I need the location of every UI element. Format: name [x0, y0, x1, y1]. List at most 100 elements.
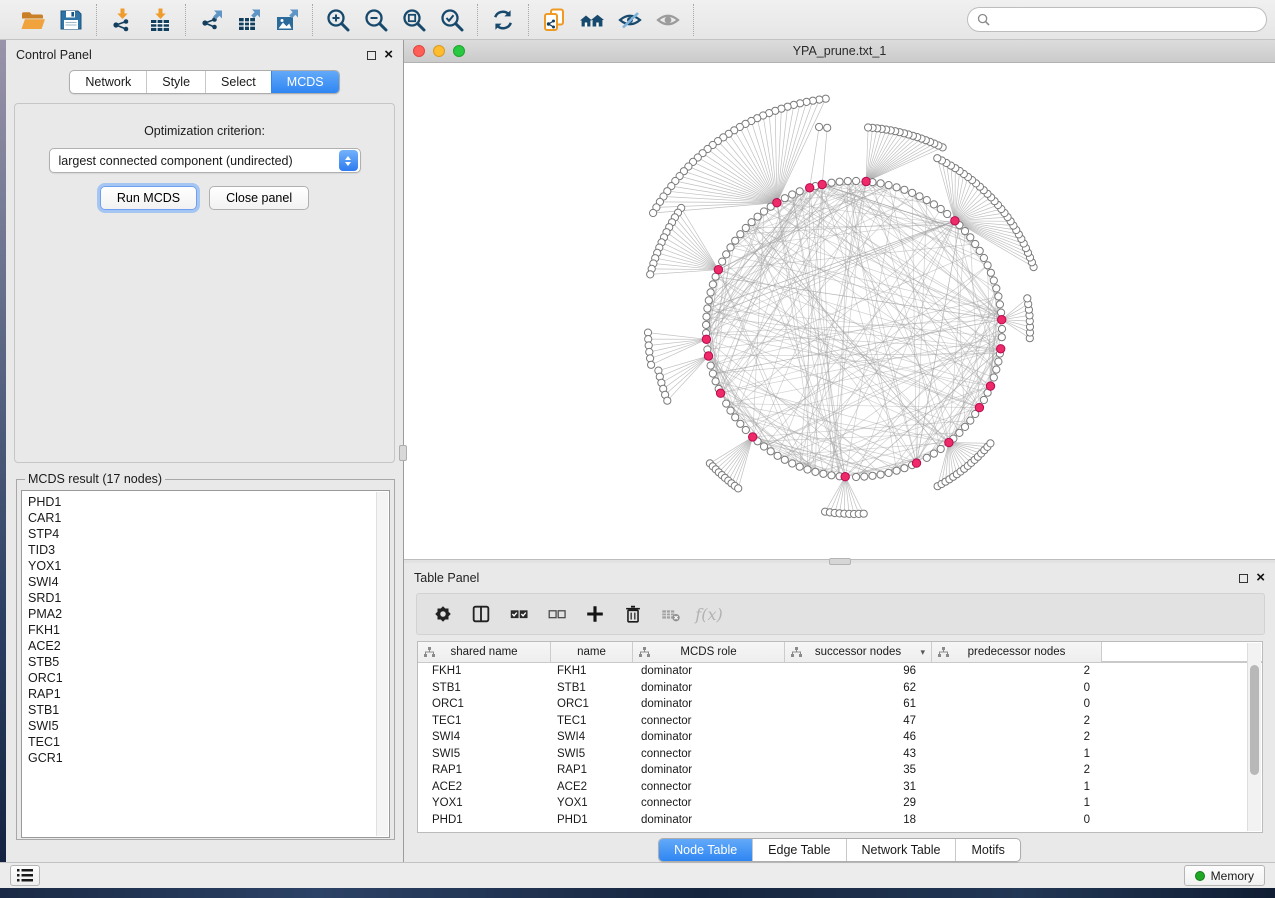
- import-network-button[interactable]: [103, 4, 141, 36]
- list-item[interactable]: SRD1: [28, 590, 389, 606]
- tab-select[interactable]: Select: [205, 71, 271, 93]
- list-item[interactable]: SWI4: [28, 574, 389, 590]
- network-node: [990, 277, 997, 284]
- list-item[interactable]: FKH1: [28, 622, 389, 638]
- close-panel-button[interactable]: Close panel: [209, 186, 309, 210]
- horizontal-splitter[interactable]: [404, 560, 1275, 563]
- show-all-button[interactable]: [649, 4, 687, 36]
- table-row[interactable]: ORC1ORC1dominator610: [418, 696, 1262, 713]
- list-item[interactable]: TEC1: [28, 734, 389, 750]
- table-settings-button[interactable]: [429, 599, 457, 629]
- open-file-button[interactable]: [14, 4, 52, 36]
- vertical-splitter-handle[interactable]: [399, 445, 407, 461]
- export-network-button[interactable]: [192, 4, 230, 36]
- list-item[interactable]: PMA2: [28, 606, 389, 622]
- select-all-button[interactable]: [505, 599, 533, 629]
- list-item[interactable]: CAR1: [28, 510, 389, 526]
- table-scrollbar[interactable]: [1247, 643, 1261, 831]
- export-table-button[interactable]: [230, 4, 268, 36]
- network-node: [828, 179, 835, 186]
- first-neighbors-button[interactable]: [573, 4, 611, 36]
- column-header-predecessor-nodes[interactable]: predecessor nodes: [932, 642, 1102, 662]
- refresh-layout-button[interactable]: [484, 4, 522, 36]
- tab-network[interactable]: Network: [70, 71, 146, 93]
- column-header-successor-nodes[interactable]: successor nodes▾: [785, 642, 932, 662]
- network-node: [893, 467, 900, 474]
- zoom-fit-button[interactable]: [395, 4, 433, 36]
- list-item[interactable]: SWI5: [28, 718, 389, 734]
- list-item[interactable]: ORC1: [28, 670, 389, 686]
- toggle-columns-button[interactable]: [467, 599, 495, 629]
- network-node: [893, 184, 900, 191]
- float-panel-icon[interactable]: [1239, 574, 1248, 583]
- column-header-shared-name[interactable]: shared name: [418, 642, 551, 662]
- global-search[interactable]: [967, 7, 1267, 32]
- zoom-in-button[interactable]: [319, 4, 357, 36]
- list-item[interactable]: PHD1: [28, 494, 389, 510]
- memory-button[interactable]: Memory: [1184, 865, 1265, 886]
- list-scrollbar[interactable]: [376, 492, 388, 836]
- list-item[interactable]: ACE2: [28, 638, 389, 654]
- run-mcds-button[interactable]: Run MCDS: [100, 186, 197, 210]
- add-column-button[interactable]: [581, 599, 609, 629]
- deselect-all-button[interactable]: [543, 599, 571, 629]
- table-row[interactable]: TEC1TEC1connector472: [418, 713, 1262, 730]
- mcds-result-fieldset: MCDS result (17 nodes) PHD1 CAR1 STP4 TI…: [16, 472, 395, 840]
- table-row[interactable]: SWI5SWI5connector431: [418, 746, 1262, 763]
- table-row[interactable]: SWI4SWI4dominator462: [418, 729, 1262, 746]
- network-window-titlebar[interactable]: YPA_prune.txt_1: [404, 40, 1275, 63]
- task-history-button[interactable]: [10, 865, 40, 886]
- tab-node-table[interactable]: Node Table: [659, 839, 752, 861]
- table-row[interactable]: FKH1FKH1dominator962: [418, 663, 1262, 680]
- list-item[interactable]: RAP1: [28, 686, 389, 702]
- list-item[interactable]: TID3: [28, 542, 389, 558]
- float-panel-icon[interactable]: [367, 51, 376, 60]
- network-node: [789, 191, 796, 198]
- close-panel-icon[interactable]: ×: [1256, 573, 1265, 583]
- tab-motifs[interactable]: Motifs: [955, 839, 1019, 861]
- combo-stepper-icon: [339, 150, 358, 171]
- close-panel-icon[interactable]: ×: [384, 50, 393, 60]
- zoom-selected-button[interactable]: [433, 4, 471, 36]
- column-header-name[interactable]: name: [551, 642, 633, 662]
- list-item[interactable]: GCR1: [28, 750, 389, 766]
- column-header-mcds-role[interactable]: MCDS role: [633, 642, 785, 662]
- network-canvas[interactable]: [404, 63, 1274, 559]
- list-icon: [17, 869, 33, 882]
- export-image-button[interactable]: [268, 4, 306, 36]
- table-scrollbar-thumb[interactable]: [1250, 665, 1259, 775]
- network-node: [707, 289, 714, 296]
- tab-network-table[interactable]: Network Table: [846, 839, 956, 861]
- optimization-criterion-select[interactable]: largest connected component (undirected): [49, 148, 361, 173]
- network-node: [901, 465, 908, 472]
- list-item[interactable]: YOX1: [28, 558, 389, 574]
- search-input[interactable]: [996, 13, 1257, 27]
- list-item[interactable]: STB1: [28, 702, 389, 718]
- main-area: Control Panel × Network Style Select MCD…: [0, 40, 1275, 862]
- network-node: [664, 397, 671, 404]
- table-row[interactable]: PHD1PHD1dominator180: [418, 812, 1262, 829]
- table-row[interactable]: RAP1RAP1dominator352: [418, 762, 1262, 779]
- tab-edge-table[interactable]: Edge Table: [752, 839, 845, 861]
- tab-style[interactable]: Style: [146, 71, 205, 93]
- network-node: [944, 210, 951, 217]
- clone-network-button[interactable]: [535, 4, 573, 36]
- list-item[interactable]: STB5: [28, 654, 389, 670]
- network-node: [877, 180, 884, 187]
- hierarchy-icon: [639, 647, 650, 658]
- network-node: [723, 251, 730, 258]
- save-session-button[interactable]: [52, 4, 90, 36]
- hide-selected-button[interactable]: [611, 4, 649, 36]
- table-row[interactable]: YOX1YOX1connector291: [418, 795, 1262, 812]
- table-row[interactable]: ACE2ACE2connector311: [418, 779, 1262, 796]
- zoom-out-button[interactable]: [357, 4, 395, 36]
- delete-columns-button[interactable]: [619, 599, 647, 629]
- plus-icon: [584, 603, 606, 625]
- control-panel-title: Control Panel: [16, 48, 92, 62]
- import-table-button[interactable]: [141, 4, 179, 36]
- tab-mcds[interactable]: MCDS: [271, 71, 339, 93]
- horizontal-splitter-handle[interactable]: [829, 558, 851, 565]
- table-row[interactable]: STB1STB1dominator620: [418, 680, 1262, 697]
- network-window: YPA_prune.txt_1: [404, 40, 1275, 560]
- list-item[interactable]: STP4: [28, 526, 389, 542]
